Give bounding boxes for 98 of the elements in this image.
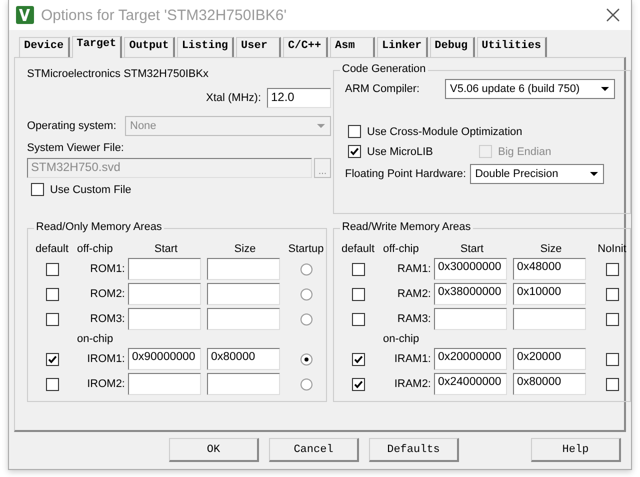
memory-label: ROM2:	[90, 288, 125, 300]
memory-label: IROM2:	[87, 378, 125, 390]
start-field[interactable]	[128, 373, 201, 395]
group-title: Code Generation	[340, 63, 428, 75]
close-icon[interactable]	[605, 7, 621, 23]
tab[interactable]: Output	[124, 37, 175, 57]
checkbox[interactable]	[606, 262, 618, 276]
checkbox[interactable]	[31, 183, 44, 196]
checkbox-label: Use Custom File	[50, 184, 132, 196]
radio-button[interactable]	[300, 312, 312, 326]
start-field[interactable]: 0x90000000	[128, 348, 201, 370]
checkbox[interactable]	[46, 378, 58, 390]
checkbox[interactable]	[352, 312, 364, 326]
checkbox-label: Big Endian	[498, 146, 552, 158]
start-field[interactable]: 0x20000000	[434, 348, 507, 370]
column-header: default	[341, 243, 375, 255]
section-label: on-chip	[77, 333, 114, 345]
checkbox[interactable]	[606, 378, 618, 390]
section-label: on-chip	[383, 333, 420, 345]
checkbox[interactable]	[606, 288, 618, 300]
memory-label: ROM1:	[90, 263, 125, 275]
memory-label: IROM1:	[87, 353, 125, 365]
device-name: STMicroelectronics STM32H750IBKx	[27, 68, 210, 80]
dialog-button[interactable]: Help	[531, 438, 621, 462]
checkbox[interactable]	[46, 352, 58, 366]
column-header: Startup	[288, 243, 324, 255]
xtal-field[interactable]: 12.0	[267, 88, 331, 108]
start-field[interactable]: 0x30000000	[434, 258, 507, 280]
column-header: NoInit	[598, 243, 626, 255]
radio-button[interactable]	[300, 352, 312, 366]
radio-button[interactable]	[300, 288, 312, 300]
radio-button[interactable]	[300, 378, 312, 390]
checkbox[interactable]	[46, 312, 58, 326]
start-field[interactable]	[128, 283, 201, 305]
fpu-label: Floating Point Hardware:	[345, 168, 466, 180]
size-field[interactable]	[207, 258, 280, 280]
checkbox[interactable]	[352, 262, 364, 276]
tab[interactable]: C/C++	[283, 37, 328, 57]
memory-label: ROM3:	[90, 313, 125, 325]
size-field[interactable]: 0x80000	[207, 348, 280, 370]
window-title: Options for Target 'STM32H750IBK6'	[41, 6, 288, 24]
column-header: off-chip	[383, 243, 420, 255]
size-field[interactable]	[207, 373, 280, 395]
size-field[interactable]	[207, 283, 280, 305]
dialog-button[interactable]: Cancel	[269, 438, 359, 462]
tab[interactable]: Debug	[430, 37, 475, 57]
checkbox[interactable]	[46, 288, 58, 300]
svf-label: System Viewer File:	[27, 142, 125, 154]
memory-label: RAM3:	[397, 313, 431, 325]
checkbox-label: Use Cross-Module Optimization	[367, 126, 522, 138]
checkbox[interactable]	[46, 262, 58, 276]
checkbox-label: Use MicroLIB	[367, 146, 434, 158]
radio-button[interactable]	[300, 262, 312, 276]
size-field[interactable]: 0x48000	[513, 258, 586, 280]
tab[interactable]: Target	[72, 36, 122, 58]
size-field[interactable]: 0x20000	[513, 348, 586, 370]
start-field[interactable]	[128, 308, 201, 330]
group-title: Read/Write Memory Areas	[340, 221, 473, 233]
column-header: off-chip	[77, 243, 114, 255]
column-header: default	[35, 243, 69, 255]
compiler-dropdown[interactable]: V5.06 update 6 (build 750)	[445, 79, 615, 99]
column-header: Start	[460, 243, 484, 255]
xtal-label: Xtal (MHz):	[206, 92, 261, 104]
tab[interactable]: Utilities	[476, 37, 548, 57]
checkbox[interactable]	[606, 312, 618, 326]
tab[interactable]: Listing	[176, 37, 234, 57]
checkbox[interactable]	[348, 125, 361, 138]
memory-label: IRAM1:	[394, 353, 431, 365]
tab[interactable]: Device	[19, 37, 70, 57]
dialog-button[interactable]: Defaults	[369, 438, 459, 462]
size-field[interactable]: 0x10000	[513, 283, 586, 305]
memory-label: RAM1:	[397, 263, 431, 275]
size-field[interactable]	[513, 308, 586, 330]
app-icon	[16, 6, 34, 24]
checkbox[interactable]	[352, 288, 364, 300]
checkbox[interactable]	[352, 352, 364, 366]
column-header: Size	[540, 243, 562, 255]
start-field[interactable]: 0x38000000	[434, 283, 507, 305]
checkbox[interactable]	[352, 378, 364, 390]
compiler-label: ARM Compiler:	[345, 83, 421, 95]
group-title: Read/Only Memory Areas	[34, 221, 164, 233]
tab[interactable]: Linker	[377, 37, 428, 57]
start-field[interactable]: 0x24000000	[434, 373, 507, 395]
checkbox[interactable]	[348, 145, 361, 158]
size-field[interactable]: 0x80000	[513, 373, 586, 395]
dialog-button[interactable]: OK	[169, 438, 259, 462]
size-field[interactable]	[207, 308, 280, 330]
column-header: Size	[234, 243, 256, 255]
tab[interactable]: Asm	[330, 37, 376, 57]
start-field[interactable]	[128, 258, 201, 280]
fpu-dropdown[interactable]: Double Precision	[470, 164, 604, 184]
start-field[interactable]	[434, 308, 507, 330]
column-header: Start	[154, 243, 178, 255]
tab[interactable]: User	[236, 37, 282, 57]
checkbox[interactable]	[606, 352, 618, 366]
os-label: Operating system:	[27, 120, 118, 132]
memory-label: IRAM2:	[394, 378, 431, 390]
memory-label: RAM2:	[397, 288, 431, 300]
